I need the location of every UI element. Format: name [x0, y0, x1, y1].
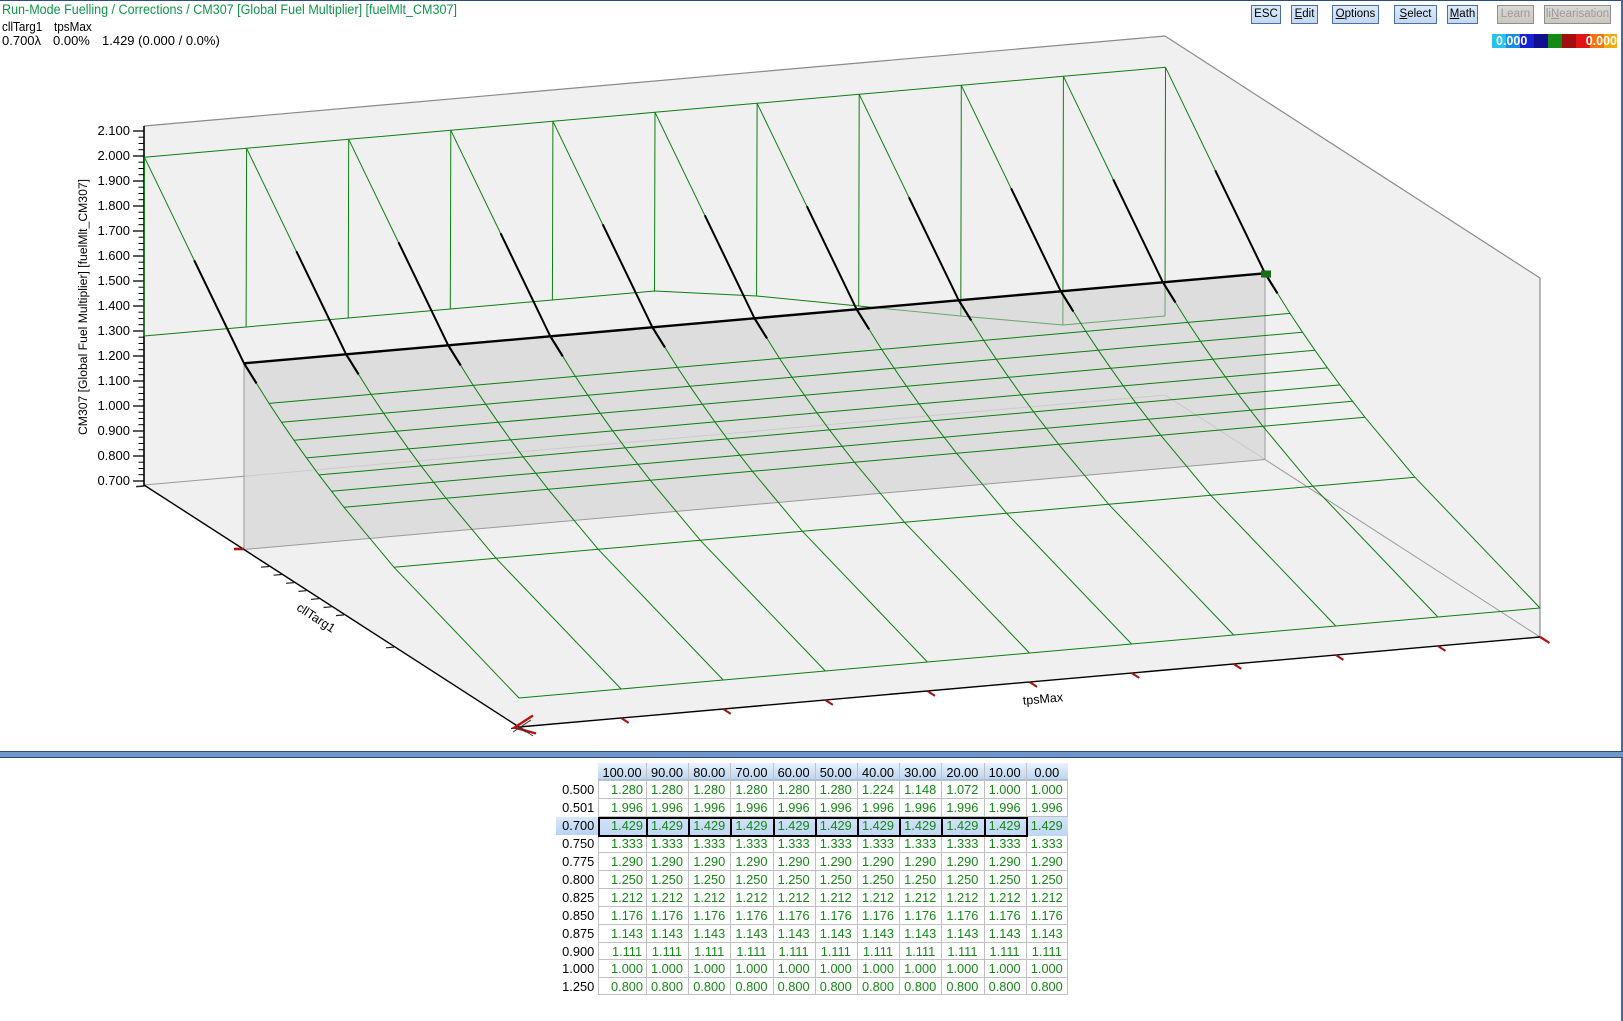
svg-text:0.900: 0.900	[97, 423, 130, 438]
svg-text:CM307 [Global Fuel Multiplier]: CM307 [Global Fuel Multiplier] [fuelMlt_…	[76, 179, 90, 435]
svg-text:1.100: 1.100	[97, 373, 130, 388]
svg-text:1.200: 1.200	[97, 348, 130, 363]
svg-text:1.900: 1.900	[97, 173, 130, 188]
svg-text:1.300: 1.300	[97, 323, 130, 338]
svg-text:1.000: 1.000	[97, 398, 130, 413]
svg-text:1.600: 1.600	[97, 248, 130, 263]
svg-text:1.700: 1.700	[97, 223, 130, 238]
svg-text:tpsMax: tpsMax	[1022, 690, 1064, 708]
svg-text:2.000: 2.000	[97, 148, 130, 163]
svg-text:2.100: 2.100	[97, 123, 130, 138]
svg-text:0.700: 0.700	[97, 473, 130, 488]
svg-text:1.400: 1.400	[97, 298, 130, 313]
svg-text:0.800: 0.800	[97, 448, 130, 463]
svg-text:1.800: 1.800	[97, 198, 130, 213]
svg-text:1.500: 1.500	[97, 273, 130, 288]
